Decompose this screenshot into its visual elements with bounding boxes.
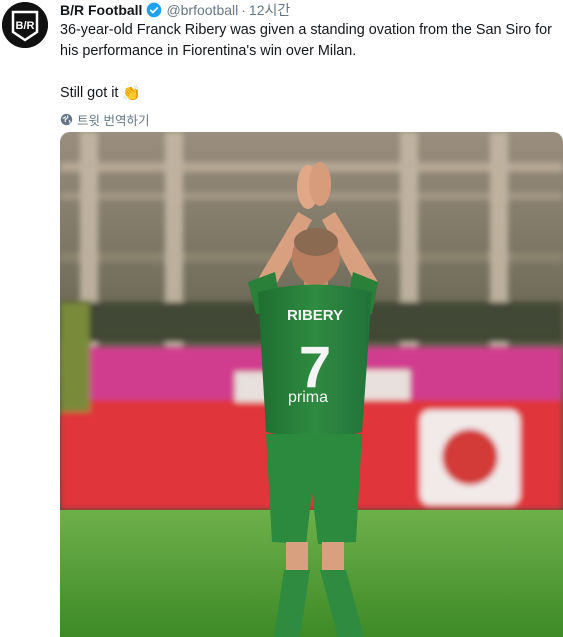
avatar-logo-text: B/R [16, 20, 35, 32]
timestamp[interactable]: 12시간 [249, 0, 290, 20]
translate-label: 트윗 번역하기 [77, 114, 150, 128]
tweet-body: B/R Football @brfootball · 12시간 36-year-… [60, 0, 560, 129]
photo-image: RIBERY 7 prima [60, 132, 563, 637]
br-logo-icon: B/R [2, 2, 48, 48]
tweet-text-line: Still got it 👏 [60, 83, 560, 104]
tweet-header: B/R Football @brfootball · 12시간 [60, 0, 560, 20]
tweet-text: 36-year-old Franck Ribery was given a st… [60, 20, 560, 104]
tweet-text-line: 36-year-old Franck Ribery was given a st… [60, 22, 552, 59]
verified-badge-icon [147, 2, 162, 18]
jersey-sponsor: prima [288, 389, 328, 406]
tweet-text-line-2: Still got it [60, 85, 119, 101]
jersey-name: RIBERY [287, 307, 343, 324]
clapping-hands-icon: 👏 [122, 85, 142, 102]
translate-tweet-link[interactable]: 트윗 번역하기 [60, 110, 560, 129]
tweet-photo[interactable]: RIBERY 7 prima [60, 132, 563, 637]
tweet: B/R B/R Football @brfootball · 12시간 36-y… [0, 0, 563, 637]
display-name[interactable]: B/R Football [60, 2, 142, 18]
globe-icon [60, 113, 73, 126]
separator-dot: · [241, 2, 246, 18]
handle[interactable]: @brfootball [166, 2, 238, 18]
avatar[interactable]: B/R [2, 2, 48, 48]
